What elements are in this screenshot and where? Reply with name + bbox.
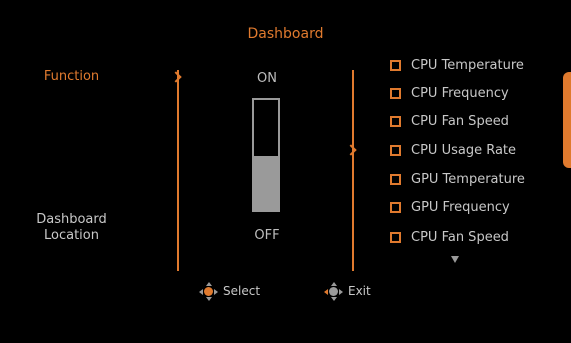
on-off-slider[interactable] bbox=[252, 98, 280, 212]
hint-exit: Exit bbox=[324, 281, 371, 301]
menu-item-dashboard-location[interactable]: Dashboard Location bbox=[20, 212, 123, 244]
option-label: CPU Usage Rate bbox=[411, 142, 517, 158]
triangle-down-icon[interactable] bbox=[451, 256, 459, 263]
checkbox[interactable] bbox=[390, 201, 401, 213]
chevron-right-icon bbox=[345, 144, 357, 156]
slider-level bbox=[254, 156, 278, 210]
joystick-icon bbox=[324, 281, 343, 301]
checkbox[interactable] bbox=[390, 173, 401, 185]
hint-exit-label: Exit bbox=[348, 284, 371, 298]
option-label: CPU Temperature bbox=[411, 57, 524, 73]
side-tab-indicator bbox=[563, 72, 571, 168]
option-label: CPU Fan Speed bbox=[411, 113, 509, 129]
option-label: GPU Frequency bbox=[411, 199, 510, 215]
option-label: CPU Fan Speed bbox=[411, 229, 509, 245]
toggle-off-label[interactable]: OFF bbox=[237, 228, 297, 243]
checkbox[interactable] bbox=[390, 59, 401, 71]
option-cpu-fan-speed[interactable]: CPU Fan Speed bbox=[390, 112, 509, 130]
checkbox[interactable] bbox=[390, 144, 401, 156]
option-gpu-frequency[interactable]: GPU Frequency bbox=[390, 198, 510, 216]
option-label: GPU Temperature bbox=[411, 171, 525, 187]
checkbox[interactable] bbox=[390, 115, 401, 127]
option-cpu-usage-rate[interactable]: CPU Usage Rate bbox=[390, 141, 516, 159]
option-cpu-temperature[interactable]: CPU Temperature bbox=[390, 56, 524, 74]
checkbox[interactable] bbox=[390, 231, 401, 243]
joystick-icon bbox=[199, 281, 218, 301]
checkbox[interactable] bbox=[390, 87, 401, 99]
hint-select: Select bbox=[199, 281, 261, 301]
menu-item-function[interactable]: Function bbox=[20, 69, 123, 85]
divider-right bbox=[352, 70, 354, 271]
option-label: CPU Frequency bbox=[411, 85, 509, 101]
page-title: Dashboard bbox=[247, 26, 324, 42]
chevron-right-icon bbox=[170, 71, 182, 83]
toggle-on-label[interactable]: ON bbox=[237, 71, 297, 86]
option-cpu-frequency[interactable]: CPU Frequency bbox=[390, 84, 509, 102]
option-gpu-temperature[interactable]: GPU Temperature bbox=[390, 170, 525, 188]
hint-select-label: Select bbox=[223, 284, 261, 298]
divider-left bbox=[177, 70, 179, 271]
option-cpu-fan-speed-2[interactable]: CPU Fan Speed bbox=[390, 228, 509, 246]
